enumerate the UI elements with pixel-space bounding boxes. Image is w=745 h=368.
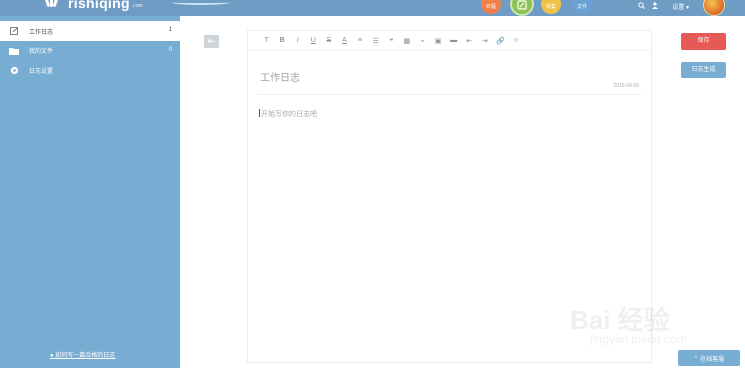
table-tool[interactable]: ▦ <box>399 35 414 47</box>
sidebar-item-my-files[interactable]: 我的文件 0 <box>0 41 180 60</box>
gear-icon <box>9 66 19 75</box>
underline-tool[interactable]: U <box>306 35 321 47</box>
body-editor[interactable]: 开始写你的日志吧 <box>259 109 317 119</box>
save-button[interactable]: 保存 <box>681 33 726 50</box>
files-nav-button[interactable]: 文件 <box>572 0 592 14</box>
image-tool[interactable]: ▣ <box>431 35 446 47</box>
editor-toolbar: T B I U S A ≡ ☰ ❝ ▦ ⌁ ▣ ▬ ⇤ ⇥ 🔗 ☺ <box>248 31 651 51</box>
logo-suffix: .com <box>131 3 143 9</box>
collect-nav-button[interactable]: 收集 <box>541 0 561 14</box>
bold-tool[interactable]: B <box>275 35 290 47</box>
logo-icon <box>44 0 59 8</box>
sidebar-item-work-log[interactable]: 工作日志 1 <box>0 21 180 41</box>
chat-label: 在线客服 <box>700 356 725 363</box>
sidebar-item-count: 1 <box>168 27 172 33</box>
text-cursor <box>259 109 260 117</box>
generate-log-button[interactable]: 日志生成 <box>681 62 726 78</box>
heading-tool[interactable]: T <box>259 35 274 47</box>
settings-dropdown[interactable]: 设置 ▾ <box>665 2 689 11</box>
strikethrough-tool[interactable]: S <box>321 35 336 47</box>
italic-tool[interactable]: I <box>290 35 305 47</box>
user-icon[interactable] <box>652 1 659 11</box>
link-tool[interactable]: 🔗 <box>493 35 508 47</box>
body-placeholder: 开始写你的日志吧 <box>261 111 317 118</box>
online-chat-button[interactable]: ◔ 在线客服 <box>678 350 740 366</box>
top-right-tools: 设置 ▾ <box>631 0 689 12</box>
sidebar-item-log-settings[interactable]: 日志设置 <box>0 61 180 80</box>
ribbon-decoration <box>172 0 230 5</box>
sidebar: 工作日志 1 我的文件 0 日志设置 ● 如何写一篇合格的日志 <box>0 16 180 368</box>
horizontal-rule-tool[interactable]: ▬ <box>446 35 461 47</box>
search-icon[interactable] <box>638 1 646 11</box>
date-label: 2015-04-06 <box>613 83 639 89</box>
edit-icon <box>9 27 19 35</box>
help-link[interactable]: ● 如何写一篇合格的日志 <box>50 350 115 359</box>
settings-label: 设置 <box>672 4 685 11</box>
back-button[interactable]: ⇤ <box>204 35 219 48</box>
avatar[interactable] <box>703 0 725 16</box>
sidebar-item-count: 0 <box>168 47 172 53</box>
logo[interactable]: rishiqing .com <box>44 0 143 11</box>
title-field[interactable]: 工作日志 <box>260 69 300 84</box>
outdent-tool[interactable]: ⇤ <box>462 35 477 47</box>
font-color-tool[interactable]: A <box>337 35 352 47</box>
logo-text: rishiqing <box>68 0 130 11</box>
quote-tool[interactable]: ❝ <box>384 35 399 47</box>
edit-icon <box>517 0 527 10</box>
arrow-left-icon: ⇤ <box>207 36 216 46</box>
chat-icon: ◔ <box>693 355 698 361</box>
question-icon: ● <box>50 353 54 359</box>
title-divider <box>258 94 641 95</box>
top-navigation-bar: rishiqing .com 日程 收集 文件 设置 ▾ <box>0 0 745 16</box>
sidebar-item-label: 日志设置 <box>29 69 54 75</box>
ordered-list-tool[interactable]: ≡ <box>353 35 368 47</box>
schedule-nav-button[interactable]: 日程 <box>481 0 501 14</box>
sidebar-item-label: 工作日志 <box>29 29 54 36</box>
watermark: Bai 经验 jingyan.baidu.com <box>570 300 730 350</box>
folder-icon <box>9 47 19 55</box>
help-link-label: 如何写一篇合格的日志 <box>55 353 116 359</box>
emoji-tool[interactable]: ☺ <box>509 35 524 47</box>
unordered-list-tool[interactable]: ☰ <box>368 35 383 47</box>
code-tool[interactable]: ⌁ <box>415 35 430 47</box>
watermark-url: jingyan.baidu.com <box>590 332 687 346</box>
sidebar-item-label: 我的文件 <box>29 49 54 55</box>
diary-nav-button[interactable] <box>510 0 534 16</box>
indent-tool[interactable]: ⇥ <box>477 35 492 47</box>
